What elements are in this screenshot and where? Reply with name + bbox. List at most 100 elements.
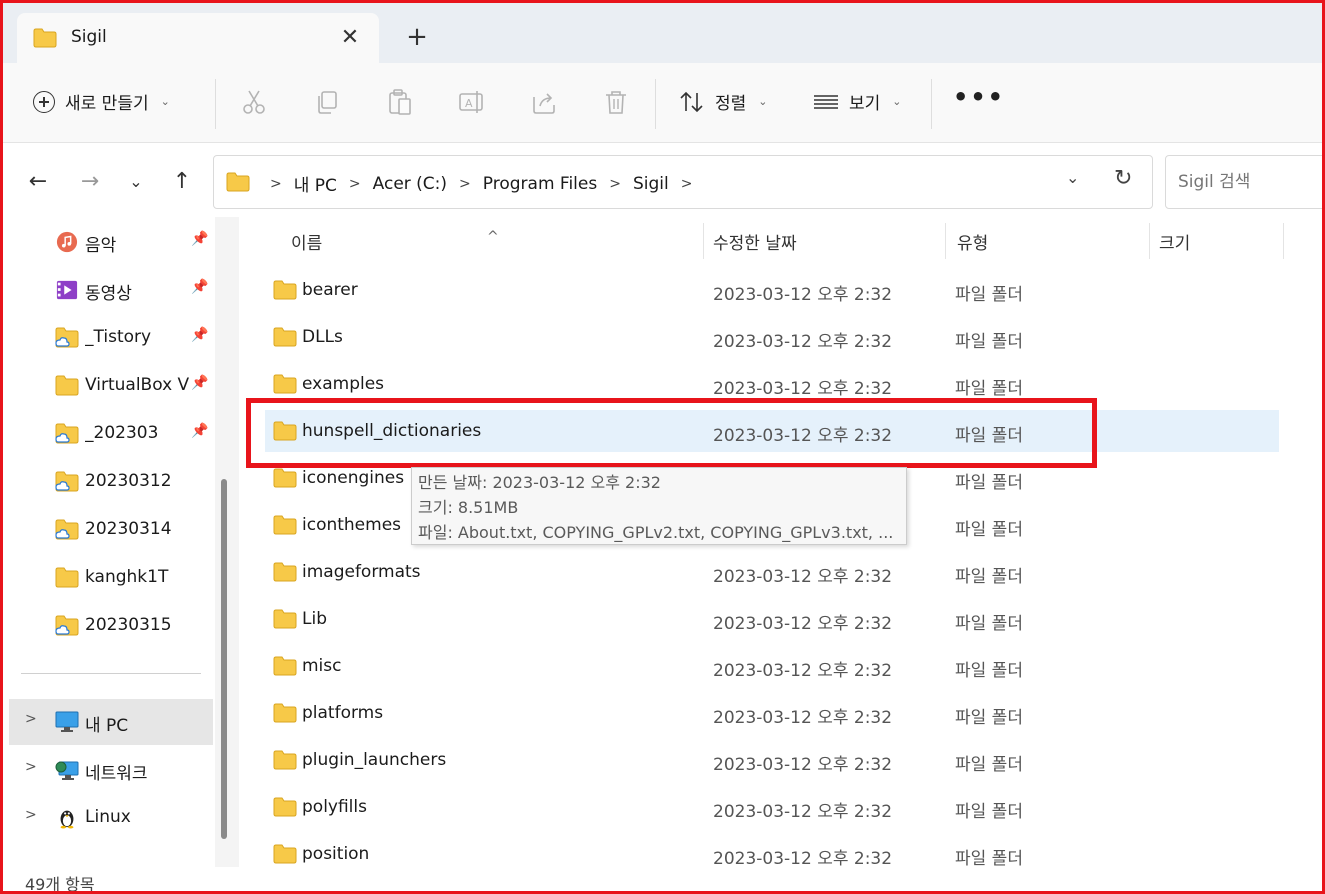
back-button[interactable]: ← (23, 167, 53, 197)
breadcrumb-item[interactable]: Acer (C:) (369, 174, 451, 194)
breadcrumb-separator[interactable]: > (673, 176, 701, 192)
sidebar-item-linux[interactable]: > Linux (3, 795, 215, 841)
file-modified-date: 2023-03-12 오후 2:32 (713, 379, 893, 399)
file-type: 파일 폴더 (955, 285, 1023, 305)
sidebar-item-label: 내 PC (85, 716, 129, 736)
table-row[interactable]: imageformats 2023-03-12 오후 2:32 파일 폴더 (265, 551, 1279, 593)
sort-label: 정렬 (715, 94, 747, 114)
tab-bar: Sigil ✕ + (3, 3, 1322, 63)
sidebar-item-music[interactable]: 음악 📌 (3, 219, 215, 265)
table-row[interactable]: plugin_launchers 2023-03-12 오후 2:32 파일 폴더 (265, 739, 1279, 781)
file-type: 파일 폴더 (955, 614, 1023, 634)
search-box[interactable] (1165, 155, 1322, 209)
sidebar-item-kanghk1t[interactable]: kanghk1T (3, 555, 215, 601)
breadcrumb-separator[interactable]: > (341, 176, 369, 192)
breadcrumb-item[interactable]: Sigil (629, 174, 673, 194)
folder-icon (273, 844, 297, 864)
sidebar-item-label: _Tistory (85, 327, 152, 347)
breadcrumb-separator[interactable]: > (451, 176, 479, 192)
folder-icon (273, 703, 297, 723)
sidebar-item-tistory[interactable]: _Tistory 📌 (3, 315, 215, 361)
file-name: plugin_launchers (302, 750, 447, 770)
sidebar-item-label: Linux (85, 807, 131, 827)
share-icon[interactable] (529, 87, 559, 117)
sidebar-item-label: 네트워크 (85, 764, 148, 784)
chevron-right-icon[interactable]: > (25, 711, 37, 727)
folder-icon (33, 28, 57, 48)
table-row[interactable]: position 2023-03-12 오후 2:32 파일 폴더 (265, 833, 1279, 875)
tooltip-size: 크기: 8.51MB (418, 498, 519, 517)
pin-icon: 📌 (191, 423, 209, 439)
cloud-folder-icon (55, 327, 79, 348)
sidebar-scrollbar[interactable] (215, 217, 239, 867)
chevron-right-icon[interactable]: > (25, 759, 37, 775)
sidebar-item-network[interactable]: > 네트워크 (3, 747, 215, 793)
chevron-down-icon[interactable]: ⌄ (1066, 168, 1079, 187)
sidebar-item-label: _202303 (85, 423, 159, 443)
refresh-icon[interactable]: ↻ (1114, 166, 1132, 191)
sidebar-item-this-pc[interactable]: > 내 PC (9, 699, 213, 745)
view-label: 보기 (849, 94, 881, 114)
table-row[interactable]: Lib 2023-03-12 오후 2:32 파일 폴더 (265, 598, 1279, 640)
sidebar-item-202303[interactable]: _202303 📌 (3, 411, 215, 457)
breadcrumb-separator[interactable]: > (262, 176, 290, 192)
column-header-modified[interactable]: 수정한 날짜 (703, 217, 945, 263)
column-header-type[interactable]: 유형 (945, 217, 1149, 263)
breadcrumb-separator[interactable]: > (601, 176, 629, 192)
forward-button[interactable]: → (75, 167, 105, 197)
file-modified-date: 2023-03-12 오후 2:32 (713, 285, 893, 305)
scrollbar-thumb[interactable] (221, 479, 227, 839)
file-type: 파일 폴더 (955, 520, 1023, 540)
table-row[interactable]: DLLs 2023-03-12 오후 2:32 파일 폴더 (265, 316, 1279, 358)
delete-icon[interactable] (601, 87, 631, 117)
tab-title: Sigil (71, 27, 107, 47)
recent-locations-button[interactable]: ⌄ (121, 167, 151, 197)
sort-button[interactable]: 정렬 ⌄ (679, 89, 768, 114)
file-name: position (302, 844, 370, 864)
new-tab-button[interactable]: + (401, 23, 433, 55)
folder-icon (273, 750, 297, 770)
view-button[interactable]: 보기 ⌄ (813, 89, 902, 114)
table-row[interactable]: bearer 2023-03-12 오후 2:32 파일 폴더 (265, 269, 1279, 311)
column-divider[interactable] (1283, 223, 1284, 259)
up-button[interactable]: ↑ (167, 167, 197, 197)
sidebar-item-20230312[interactable]: 20230312 (3, 459, 215, 505)
breadcrumb-item[interactable]: Program Files (479, 174, 601, 194)
copy-icon[interactable] (313, 87, 343, 117)
file-modified-date: 2023-03-12 오후 2:32 (713, 849, 893, 869)
chevron-right-icon[interactable]: > (25, 807, 37, 823)
sidebar-item-virtualbox[interactable]: VirtualBox VMs 📌 (3, 363, 215, 409)
search-input[interactable] (1166, 156, 1322, 208)
close-icon[interactable]: ✕ (335, 23, 365, 53)
paste-icon[interactable] (385, 87, 415, 117)
table-row[interactable]: platforms 2023-03-12 오후 2:32 파일 폴더 (265, 692, 1279, 734)
add-circle-icon (33, 90, 55, 113)
table-row[interactable]: misc 2023-03-12 오후 2:32 파일 폴더 (265, 645, 1279, 687)
new-item-button[interactable]: 새로 만들기 ⌄ (33, 89, 170, 114)
column-header-name[interactable]: 이름 ^ (243, 217, 703, 263)
table-row[interactable]: polyfills 2023-03-12 오후 2:32 파일 폴더 (265, 786, 1279, 828)
file-type: 파일 폴더 (955, 708, 1023, 728)
file-name: examples (302, 374, 385, 394)
sidebar-item-label: 음악 (85, 236, 117, 256)
status-item-count: 49개 항목 (25, 875, 95, 894)
column-label: 이름 (291, 234, 323, 254)
more-options-icon[interactable]: ••• (953, 83, 1005, 111)
address-bar[interactable]: > 내 PC > Acer (C:) > Program Files > Sig… (213, 155, 1153, 209)
cut-icon[interactable] (239, 87, 269, 117)
folder-icon (273, 562, 297, 582)
file-name: bearer (302, 280, 358, 300)
folder-tooltip: 만든 날짜: 2023-03-12 오후 2:32 크기: 8.51MB 파일:… (411, 467, 907, 545)
breadcrumb-item[interactable]: 내 PC (290, 171, 341, 196)
folder-icon (55, 375, 79, 396)
video-icon (56, 280, 78, 300)
sidebar-item-20230315[interactable]: 20230315 (3, 603, 215, 649)
rename-icon[interactable]: A (457, 87, 487, 117)
column-header-size[interactable]: 크기 (1149, 217, 1283, 263)
file-name: DLLs (302, 327, 343, 347)
sidebar-item-20230314[interactable]: 20230314 (3, 507, 215, 553)
file-modified-date: 2023-03-12 오후 2:32 (713, 802, 893, 822)
sidebar-item-label: kanghk1T (85, 567, 169, 587)
sidebar-item-videos[interactable]: 동영상 📌 (3, 267, 215, 313)
tab-sigil[interactable]: Sigil ✕ (17, 13, 379, 63)
